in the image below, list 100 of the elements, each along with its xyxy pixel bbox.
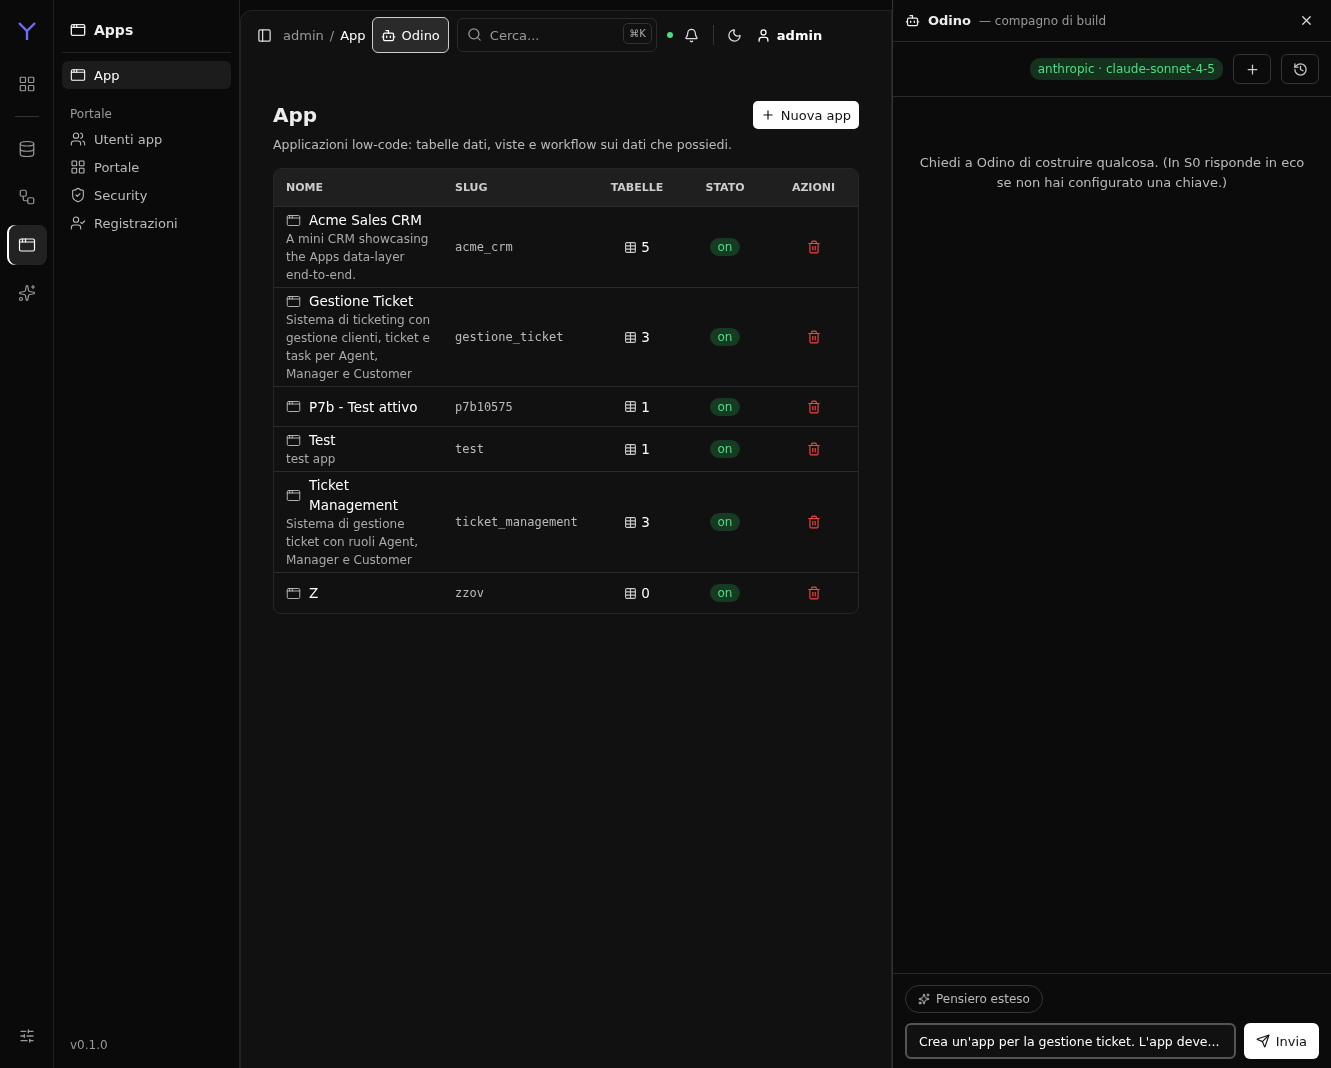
users-icon xyxy=(70,131,86,147)
logo-icon xyxy=(15,20,38,42)
app-name[interactable]: Gestione Ticket xyxy=(309,291,414,311)
table-count: 1 xyxy=(641,441,650,457)
trash-icon xyxy=(806,515,821,529)
window-icon xyxy=(286,487,301,503)
sidebar-item[interactable]: Registrazioni xyxy=(62,209,231,237)
app-slug: gestione_ticket xyxy=(454,330,565,344)
app-description: test app xyxy=(286,451,337,468)
database-icon xyxy=(17,140,36,158)
window-icon xyxy=(286,212,301,228)
bot-icon xyxy=(905,13,920,28)
app-description: Sistema di gestione ticket con ruoli Agent, Manager e Customer xyxy=(286,516,420,569)
app-slug: p7b10575 xyxy=(454,399,514,414)
user-icon xyxy=(755,27,771,43)
trash-icon xyxy=(806,330,821,344)
status-badge: on xyxy=(709,440,741,458)
workflow-icon xyxy=(17,188,36,206)
status-badge: on xyxy=(709,238,741,256)
column-header: NOME xyxy=(285,181,325,194)
section-label: Portale xyxy=(69,106,113,123)
window-icon xyxy=(17,236,36,254)
page-subtitle: Applicazioni low-code: tabelle dati, viste e workflow sui dati che possiedi. xyxy=(273,137,733,152)
sidebar-item[interactable]: App xyxy=(62,61,231,89)
app-slug: test xyxy=(454,442,485,456)
app-description: Sistema di ticketing con gestione clienti, ticket e task per Agent, Manager e Customer xyxy=(286,312,431,383)
odino-button[interactable]: Odino xyxy=(371,17,449,53)
trash-icon xyxy=(806,442,821,456)
window-icon xyxy=(286,399,301,414)
version-label: v0.1.0 xyxy=(69,1038,109,1054)
model-badge: anthropic · claude-sonnet-4-5 xyxy=(1029,58,1223,80)
user-check-icon xyxy=(70,215,86,231)
window-icon xyxy=(70,67,86,83)
sparkles-icon xyxy=(918,993,930,1005)
sidebar-item[interactable]: Portale xyxy=(62,153,231,181)
sidebar-title-text: Apps xyxy=(94,22,134,38)
grid-icon xyxy=(70,159,86,175)
window-icon xyxy=(70,22,86,38)
column-header: AZIONI xyxy=(790,181,837,194)
sidebar-item[interactable]: Utenti app xyxy=(62,125,231,153)
app-description: A mini CRM showcasing the Apps data-layer end-to-end. xyxy=(286,231,430,284)
new-app-button[interactable]: Nuova app xyxy=(752,101,859,129)
sliders-icon xyxy=(18,1028,35,1044)
table-icon xyxy=(624,240,638,254)
plus-icon xyxy=(1244,61,1260,77)
send-button[interactable]: Invia xyxy=(1243,1023,1319,1059)
trash-icon xyxy=(806,399,821,414)
empty-message: Chiedi a Odino di costruire qualcosa. (In S0 risponde in eco se non hai configurato una chiave.) xyxy=(918,154,1306,192)
sparkles-icon xyxy=(17,284,36,302)
column-header: STATO xyxy=(704,181,746,194)
app-name[interactable]: Ticket Management xyxy=(309,475,431,515)
app-name[interactable]: Test xyxy=(309,430,336,450)
table-icon xyxy=(624,515,638,529)
app-name[interactable]: Acme Sales CRM xyxy=(309,210,422,230)
status-badge: on xyxy=(709,513,741,531)
column-header: TABELLE xyxy=(609,181,665,194)
user-menu[interactable]: admin xyxy=(753,27,825,43)
table-count: 0 xyxy=(641,585,650,601)
bot-icon xyxy=(380,27,396,43)
plus-icon xyxy=(760,108,775,122)
page-title: App xyxy=(273,103,318,127)
window-icon xyxy=(286,585,301,601)
table-count: 3 xyxy=(641,329,650,345)
sidebar-item[interactable]: Security xyxy=(62,181,231,209)
app-name[interactable]: Z xyxy=(309,583,319,603)
table-count: 3 xyxy=(641,514,650,530)
history-icon xyxy=(1292,61,1308,77)
grid-icon xyxy=(17,75,36,93)
status-badge: on xyxy=(709,328,741,346)
window-icon xyxy=(286,293,301,309)
status-badge: on xyxy=(709,584,741,602)
breadcrumb-link[interactable]: App xyxy=(340,27,366,43)
search-icon xyxy=(466,27,482,42)
panel-title: Odino xyxy=(928,13,971,28)
shield-icon xyxy=(70,187,86,203)
message-input[interactable]: Crea un'app per la gestione ticket. L'app deve... xyxy=(905,1023,1236,1059)
trash-icon xyxy=(806,240,821,254)
breadcrumb-separator: / xyxy=(329,27,335,43)
app-slug: acme_crm xyxy=(454,240,514,254)
app-slug: ticket_management xyxy=(454,515,579,529)
table-icon xyxy=(624,400,638,413)
moon-icon xyxy=(727,27,743,43)
breadcrumb-link[interactable]: admin xyxy=(283,27,324,43)
shortcut-hint: ⌘K xyxy=(623,23,652,44)
history-button[interactable] xyxy=(1281,54,1319,84)
app-name[interactable]: P7b - Test attivo xyxy=(309,396,418,417)
window-icon xyxy=(286,432,301,448)
column-header: SLUG xyxy=(454,181,489,194)
table-icon xyxy=(624,330,638,344)
panel-icon xyxy=(256,27,272,43)
bell-icon xyxy=(684,27,700,43)
send-icon xyxy=(1255,1034,1270,1048)
panel-subtitle: — compagno di build xyxy=(979,13,1108,28)
status-dot xyxy=(666,32,673,38)
rail-button[interactable] xyxy=(6,225,47,265)
table-count: 1 xyxy=(641,398,650,415)
app-slug: zzov xyxy=(454,586,485,600)
trash-icon xyxy=(806,586,821,600)
table-icon xyxy=(624,442,638,456)
table-count: 5 xyxy=(641,239,650,255)
